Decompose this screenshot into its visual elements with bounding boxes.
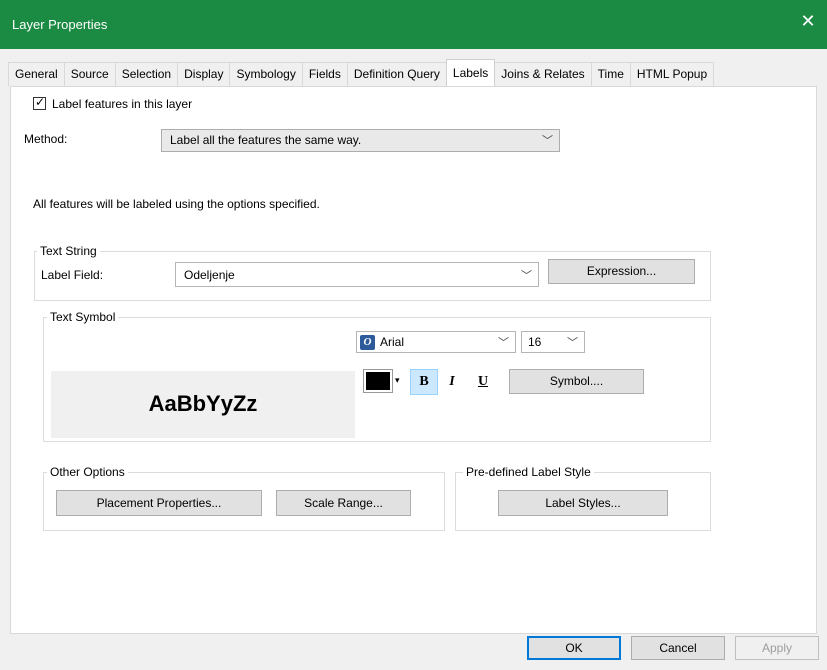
sample-text: AaBbYyZz bbox=[148, 391, 258, 416]
apply-button: Apply bbox=[735, 636, 819, 660]
expression-button-label: Expression... bbox=[586, 264, 657, 278]
placement-properties-label: Placement Properties... bbox=[96, 496, 222, 510]
tab-labels[interactable]: Labels bbox=[445, 59, 496, 86]
method-label: Method: bbox=[24, 132, 68, 146]
label-features-checkbox[interactable]: ✓ bbox=[33, 95, 46, 110]
method-dropdown[interactable]: Label all the features the same way. ﹀ bbox=[161, 129, 560, 152]
close-icon[interactable]: ✕ bbox=[799, 12, 817, 30]
italic-button[interactable]: I bbox=[438, 369, 466, 395]
tab-display[interactable]: Display bbox=[177, 62, 231, 86]
ok-button[interactable]: OK bbox=[527, 636, 621, 660]
caret-down-icon: ▾ bbox=[395, 375, 400, 385]
opentype-font-icon: O bbox=[360, 335, 375, 350]
window-title: Layer Properties bbox=[12, 17, 108, 32]
labels-panel: ✓ Label features in this layer Method: L… bbox=[10, 86, 817, 634]
chevron-down-icon: ﹀ bbox=[567, 337, 578, 349]
chevron-down-icon: ﹀ bbox=[521, 270, 532, 282]
tab-joins-relates[interactable]: Joins & Relates bbox=[494, 62, 592, 86]
cancel-button[interactable]: Cancel bbox=[631, 636, 725, 660]
apply-label: Apply bbox=[761, 641, 793, 655]
underline-label: U bbox=[477, 374, 489, 389]
bold-button[interactable]: B bbox=[410, 369, 438, 395]
font-size-dropdown[interactable]: 16 ﹀ bbox=[521, 331, 585, 353]
tab-source[interactable]: Source bbox=[63, 62, 116, 86]
tab-strip: General Source Selection Display Symbolo… bbox=[8, 59, 715, 86]
symbol-button-label: Symbol.... bbox=[549, 374, 604, 388]
method-value: Label all the features the same way. bbox=[170, 133, 362, 147]
label-field-value: Odeljenje bbox=[184, 268, 235, 282]
font-dropdown[interactable]: O Arial ﹀ bbox=[356, 331, 516, 353]
label-field-label: Label Field: bbox=[41, 268, 104, 282]
expression-button[interactable]: Expression... bbox=[548, 259, 695, 284]
color-swatch-frame bbox=[363, 369, 393, 393]
label-field-dropdown[interactable]: Odeljenje ﹀ bbox=[175, 262, 539, 287]
ok-label: OK bbox=[565, 641, 583, 655]
tab-general[interactable]: General bbox=[8, 62, 65, 86]
scale-range-label: Scale Range... bbox=[304, 496, 383, 510]
other-options-title: Other Options bbox=[47, 465, 128, 479]
label-styles-button[interactable]: Label Styles... bbox=[498, 490, 668, 516]
font-value: Arial bbox=[380, 335, 405, 349]
tab-selection[interactable]: Selection bbox=[114, 62, 179, 86]
title-bar: Layer Properties ✕ bbox=[0, 0, 827, 49]
cancel-label: Cancel bbox=[659, 641, 697, 655]
tab-time[interactable]: Time bbox=[590, 62, 631, 86]
tab-definition-query[interactable]: Definition Query bbox=[346, 62, 447, 86]
underline-button[interactable]: U bbox=[469, 369, 497, 395]
tab-symbology[interactable]: Symbology bbox=[229, 62, 303, 86]
tab-fields[interactable]: Fields bbox=[301, 62, 348, 86]
tab-html-popup[interactable]: HTML Popup bbox=[629, 62, 715, 86]
checkmark-icon: ✓ bbox=[35, 95, 46, 109]
text-string-title: Text String bbox=[37, 244, 100, 258]
predefined-style-title: Pre-defined Label Style bbox=[463, 465, 594, 479]
label-styles-label: Label Styles... bbox=[545, 496, 621, 510]
label-features-label: Label features in this layer bbox=[52, 97, 193, 111]
chevron-down-icon: ﹀ bbox=[498, 337, 509, 349]
symbol-preview: AaBbYyZz bbox=[51, 371, 355, 438]
italic-label: I bbox=[449, 374, 455, 389]
font-size-value: 16 bbox=[528, 335, 542, 349]
info-text: All features will be labeled using the o… bbox=[33, 197, 320, 211]
dialog-body: General Source Selection Display Symbolo… bbox=[0, 49, 827, 670]
bold-label: B bbox=[419, 374, 429, 389]
chevron-down-icon: ﹀ bbox=[542, 135, 553, 147]
color-picker[interactable]: ▾ bbox=[363, 369, 406, 393]
placement-properties-button[interactable]: Placement Properties... bbox=[56, 490, 262, 516]
symbol-button[interactable]: Symbol.... bbox=[509, 369, 644, 394]
scale-range-button[interactable]: Scale Range... bbox=[276, 490, 411, 516]
text-symbol-title: Text Symbol bbox=[47, 310, 119, 324]
color-swatch bbox=[366, 372, 390, 390]
